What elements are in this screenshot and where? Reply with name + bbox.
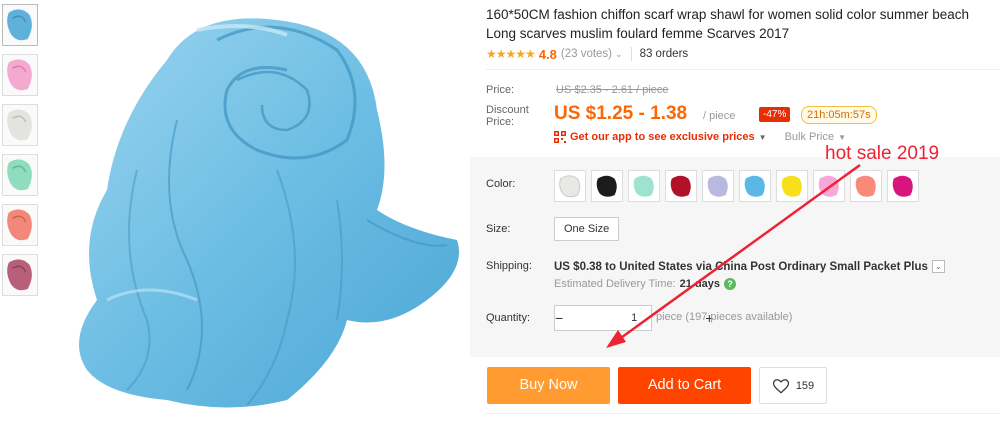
wishlist-count: 159 (795, 379, 815, 392)
buy-now-button[interactable]: Buy Now (487, 367, 610, 404)
color-swatch-white[interactable] (554, 170, 586, 202)
color-swatch-pink[interactable] (813, 170, 845, 202)
discount-price: US $1.25 - 1.38 (554, 103, 688, 124)
discount-label-line1: Discount (486, 104, 529, 116)
rating-row: ★★★★★ 4.8 (23 votes) ⌄ 83 orders (486, 45, 688, 63)
original-price: US $2.35 - 2.61 / piece (556, 84, 669, 96)
hot-sale-annotation: hot sale 2019 (825, 143, 940, 164)
color-swatch-lavender[interactable] (702, 170, 734, 202)
color-label: Color: (486, 178, 516, 190)
scarf-illustration (79, 18, 459, 408)
thumbnail-coral[interactable] (2, 204, 38, 246)
discount-label: Discount Price: (486, 104, 529, 128)
bulk-price-link[interactable]: Bulk Price (785, 131, 835, 143)
votes-link[interactable]: (23 votes) (561, 48, 612, 60)
discount-label-line2: Price: (486, 116, 515, 128)
est-delivery-days: 21 days (679, 278, 721, 290)
thumbnail-white[interactable] (2, 104, 38, 146)
thumbnail-mauve[interactable] (2, 254, 38, 296)
divider (486, 413, 1000, 414)
decrement-button[interactable]: − (555, 306, 563, 330)
rating-value: 4.8 (538, 46, 557, 62)
pieces-available: piece (197 pieces available) (656, 311, 793, 323)
caret-down-icon: ▼ (838, 132, 847, 142)
shipping-label: Shipping: (486, 260, 532, 272)
product-info-panel: 160*50CM fashion chiffon scarf wrap shaw… (470, 0, 1000, 422)
shipping-info: US $0.38 to United States via China Post… (554, 260, 945, 273)
size-option-one-size[interactable]: One Size (554, 217, 620, 241)
heart-icon (772, 378, 789, 394)
divider (630, 47, 632, 61)
color-swatch-blue[interactable] (739, 170, 771, 202)
app-promo-row[interactable]: Get our app to see exclusive prices ▼ Bu… (554, 131, 846, 143)
size-label: Size: (486, 223, 511, 235)
color-swatch-yellow[interactable] (776, 170, 808, 202)
color-swatch-coral[interactable] (850, 170, 882, 202)
shipping-destination: to United States via China Post Ordinary… (605, 260, 928, 273)
color-swatch-black[interactable] (591, 170, 623, 202)
thumbnail-mint[interactable] (2, 154, 38, 196)
discount-badge: -47% (759, 107, 791, 122)
price-label: Price: (486, 84, 515, 96)
main-product-image[interactable] (47, 0, 470, 415)
product-title: 160*50CM fashion chiffon scarf wrap shaw… (486, 7, 969, 41)
color-swatch-red[interactable] (665, 170, 697, 202)
qr-code-icon (554, 131, 566, 143)
color-swatch-magenta[interactable] (887, 170, 919, 202)
orders-count: 83 orders (639, 48, 689, 60)
shipping-cost: US $0.38 (554, 260, 602, 273)
estimated-delivery: Estimated Delivery Time: 21 days ? (554, 278, 737, 290)
wishlist-button[interactable]: 159 (759, 367, 827, 404)
chevron-down-icon[interactable]: ⌄ (615, 49, 623, 60)
color-swatch-mint[interactable] (628, 170, 660, 202)
countdown-timer: 21h:05m:57s (801, 106, 877, 124)
add-to-cart-button[interactable]: Add to Cart (618, 367, 751, 404)
per-piece-unit: / piece (703, 110, 736, 122)
divider (486, 69, 1000, 70)
thumbnail-blue[interactable] (2, 4, 38, 46)
app-promo-text[interactable]: Get our app to see exclusive prices (570, 131, 755, 143)
thumbnail-pink[interactable] (2, 54, 38, 96)
caret-down-icon: ▼ (758, 132, 767, 142)
est-delivery-label: Estimated Delivery Time: (554, 278, 676, 290)
quantity-stepper: − + (554, 305, 713, 331)
rating-stars-icon: ★★★★★ (486, 47, 536, 61)
help-icon[interactable]: ? (724, 278, 737, 290)
color-swatches (554, 170, 919, 202)
chevron-down-icon[interactable]: ⌄ (931, 260, 945, 273)
quantity-label: Quantity: (486, 312, 531, 324)
